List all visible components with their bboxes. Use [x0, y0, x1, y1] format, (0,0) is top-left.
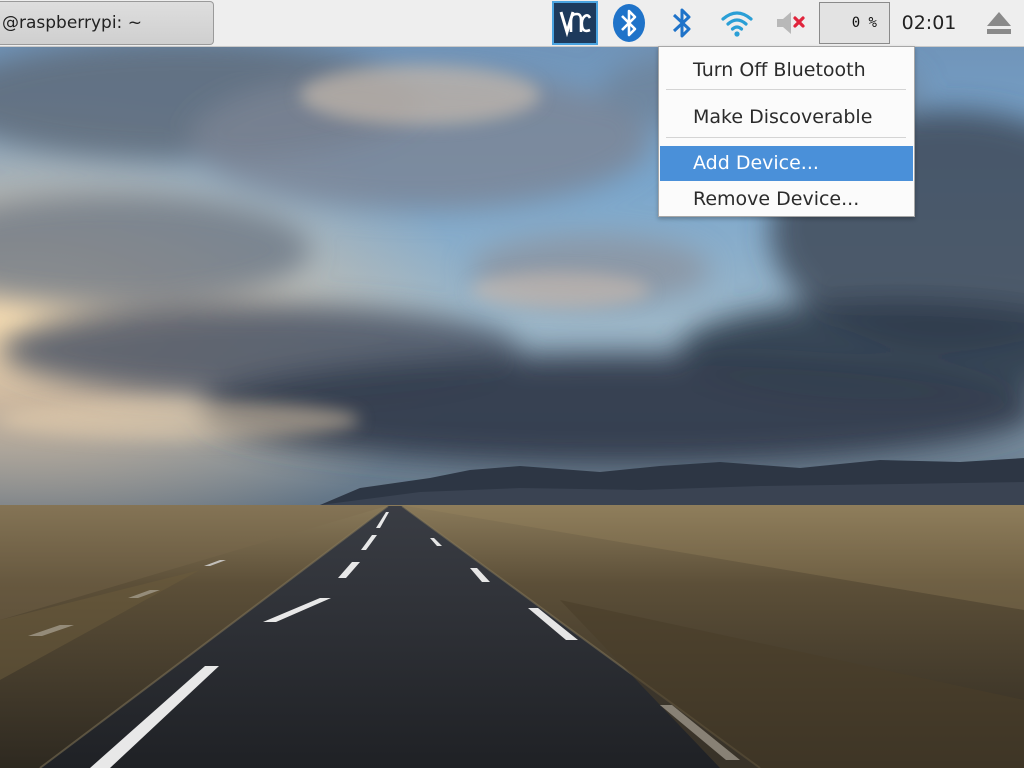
clock-time: 02:01: [901, 12, 957, 34]
menu-item-add-device[interactable]: Add Device...: [660, 146, 913, 181]
taskbar-window-button[interactable]: @raspberrypi: ~: [0, 1, 214, 45]
bluetooth-round-icon[interactable]: [607, 0, 651, 46]
bluetooth-menu: Turn Off Bluetooth Make Discoverable Add…: [658, 46, 915, 217]
menu-separator: [666, 137, 906, 138]
clock[interactable]: 02:01: [896, 0, 962, 46]
taskbar-window-title: @raspberrypi: ~: [2, 13, 142, 33]
menu-item-turn-off-bluetooth[interactable]: Turn Off Bluetooth: [660, 55, 913, 85]
cpu-usage-value: 0 %: [851, 15, 877, 31]
desktop[interactable]: @raspberrypi: ~ 0 % 02:01 Turn Off Bluet…: [0, 0, 1024, 768]
menu-separator: [666, 89, 906, 90]
eject-icon[interactable]: [976, 0, 1022, 46]
vnc-icon[interactable]: [550, 0, 600, 46]
wifi-icon[interactable]: [712, 0, 762, 46]
cpu-usage-monitor[interactable]: 0 %: [819, 2, 890, 44]
top-panel: @raspberrypi: ~ 0 % 02:01: [0, 0, 1024, 47]
bluetooth-icon[interactable]: [662, 0, 702, 46]
menu-item-remove-device[interactable]: Remove Device...: [660, 183, 913, 215]
menu-item-make-discoverable[interactable]: Make Discoverable: [660, 101, 913, 133]
volume-muted-icon[interactable]: [768, 0, 814, 46]
